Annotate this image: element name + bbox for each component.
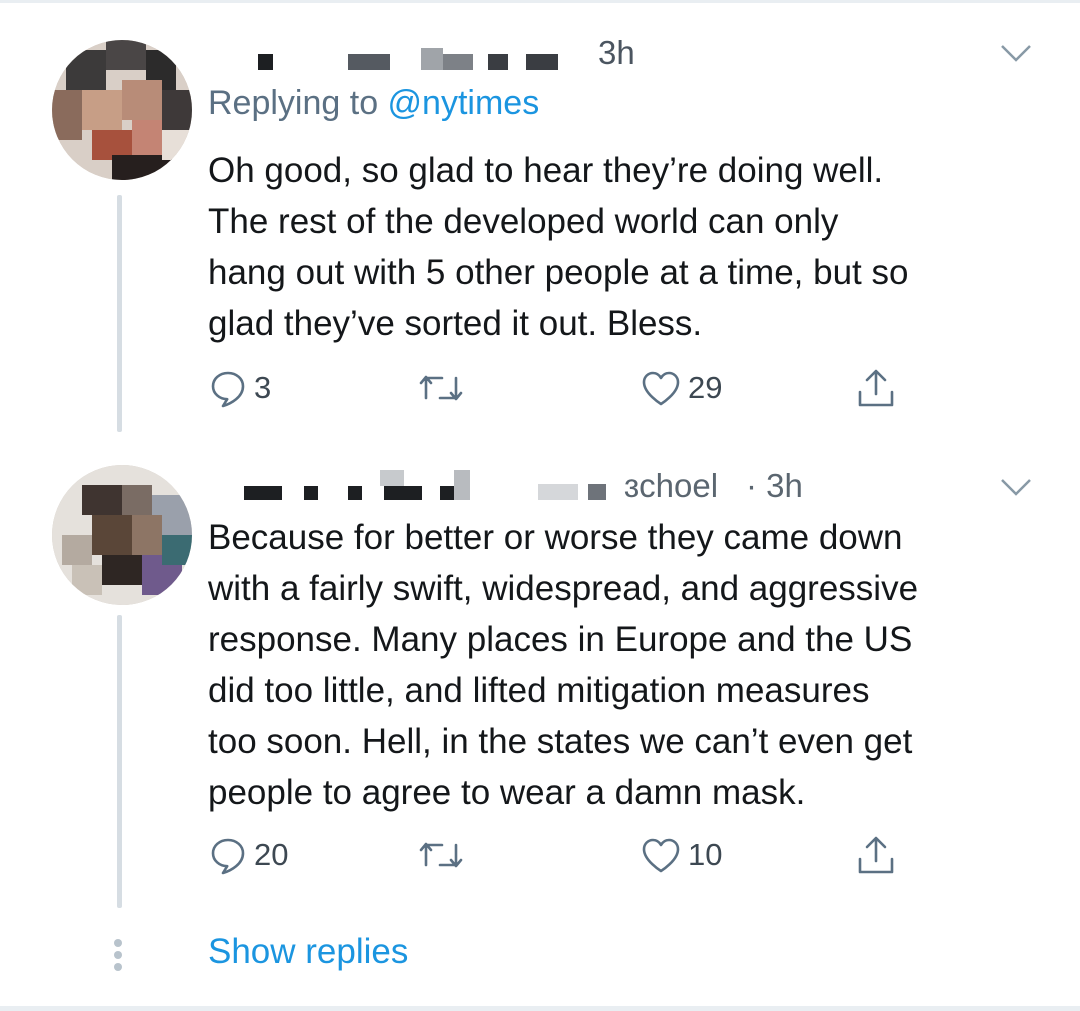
thread-line bbox=[117, 195, 122, 432]
action-bar: 20 10 bbox=[208, 830, 928, 880]
tweet-time: 3h bbox=[598, 34, 635, 71]
share-icon bbox=[858, 369, 894, 407]
heart-icon bbox=[642, 371, 680, 406]
retweet-button[interactable] bbox=[418, 363, 470, 413]
like-count: 10 bbox=[688, 837, 723, 872]
chevron-down-icon[interactable] bbox=[998, 42, 1034, 64]
retweet-icon bbox=[419, 842, 463, 868]
reply-count: 20 bbox=[254, 837, 289, 872]
avatar[interactable] bbox=[52, 465, 192, 605]
tweet-header: ɜchoel · 3h bbox=[208, 462, 1048, 512]
show-replies-link[interactable]: Show replies bbox=[208, 932, 408, 972]
reply-button[interactable]: 3 bbox=[208, 363, 271, 413]
reply-count: 3 bbox=[254, 370, 272, 405]
reply-icon bbox=[211, 371, 245, 408]
author-name-redacted[interactable] bbox=[208, 462, 628, 512]
replying-to: Replying to @nytimes bbox=[208, 84, 539, 123]
share-icon bbox=[858, 836, 894, 874]
top-divider bbox=[0, 0, 1080, 3]
bottom-divider bbox=[0, 1006, 1080, 1011]
replying-to-label: Replying to bbox=[208, 84, 388, 122]
share-button[interactable] bbox=[854, 830, 898, 880]
tweet-time: · 3h bbox=[746, 467, 803, 504]
tweet-text: Oh good, so glad to hear they’re doing w… bbox=[208, 151, 909, 343]
author-name-suffix[interactable]: ɜchoel bbox=[624, 467, 718, 505]
tweet-text: Because for better or worse they came do… bbox=[208, 518, 919, 812]
share-button[interactable] bbox=[854, 363, 898, 413]
retweet-icon bbox=[419, 375, 463, 401]
reply-icon bbox=[211, 838, 245, 875]
author-name-redacted[interactable] bbox=[208, 34, 568, 84]
avatar[interactable] bbox=[52, 40, 192, 180]
heart-icon bbox=[642, 838, 680, 873]
retweet-button[interactable] bbox=[418, 830, 470, 880]
thread-line bbox=[117, 615, 122, 908]
like-button[interactable]: 29 bbox=[640, 363, 722, 413]
tweet-header: 3h bbox=[208, 34, 1048, 84]
vertical-dots-icon bbox=[113, 935, 123, 975]
like-button[interactable]: 10 bbox=[640, 830, 722, 880]
action-bar: 3 29 bbox=[208, 363, 928, 413]
reply-handle-link[interactable]: @nytimes bbox=[388, 84, 540, 122]
reply-button[interactable]: 20 bbox=[208, 830, 288, 880]
chevron-down-icon[interactable] bbox=[998, 476, 1034, 498]
like-count: 29 bbox=[688, 370, 723, 405]
